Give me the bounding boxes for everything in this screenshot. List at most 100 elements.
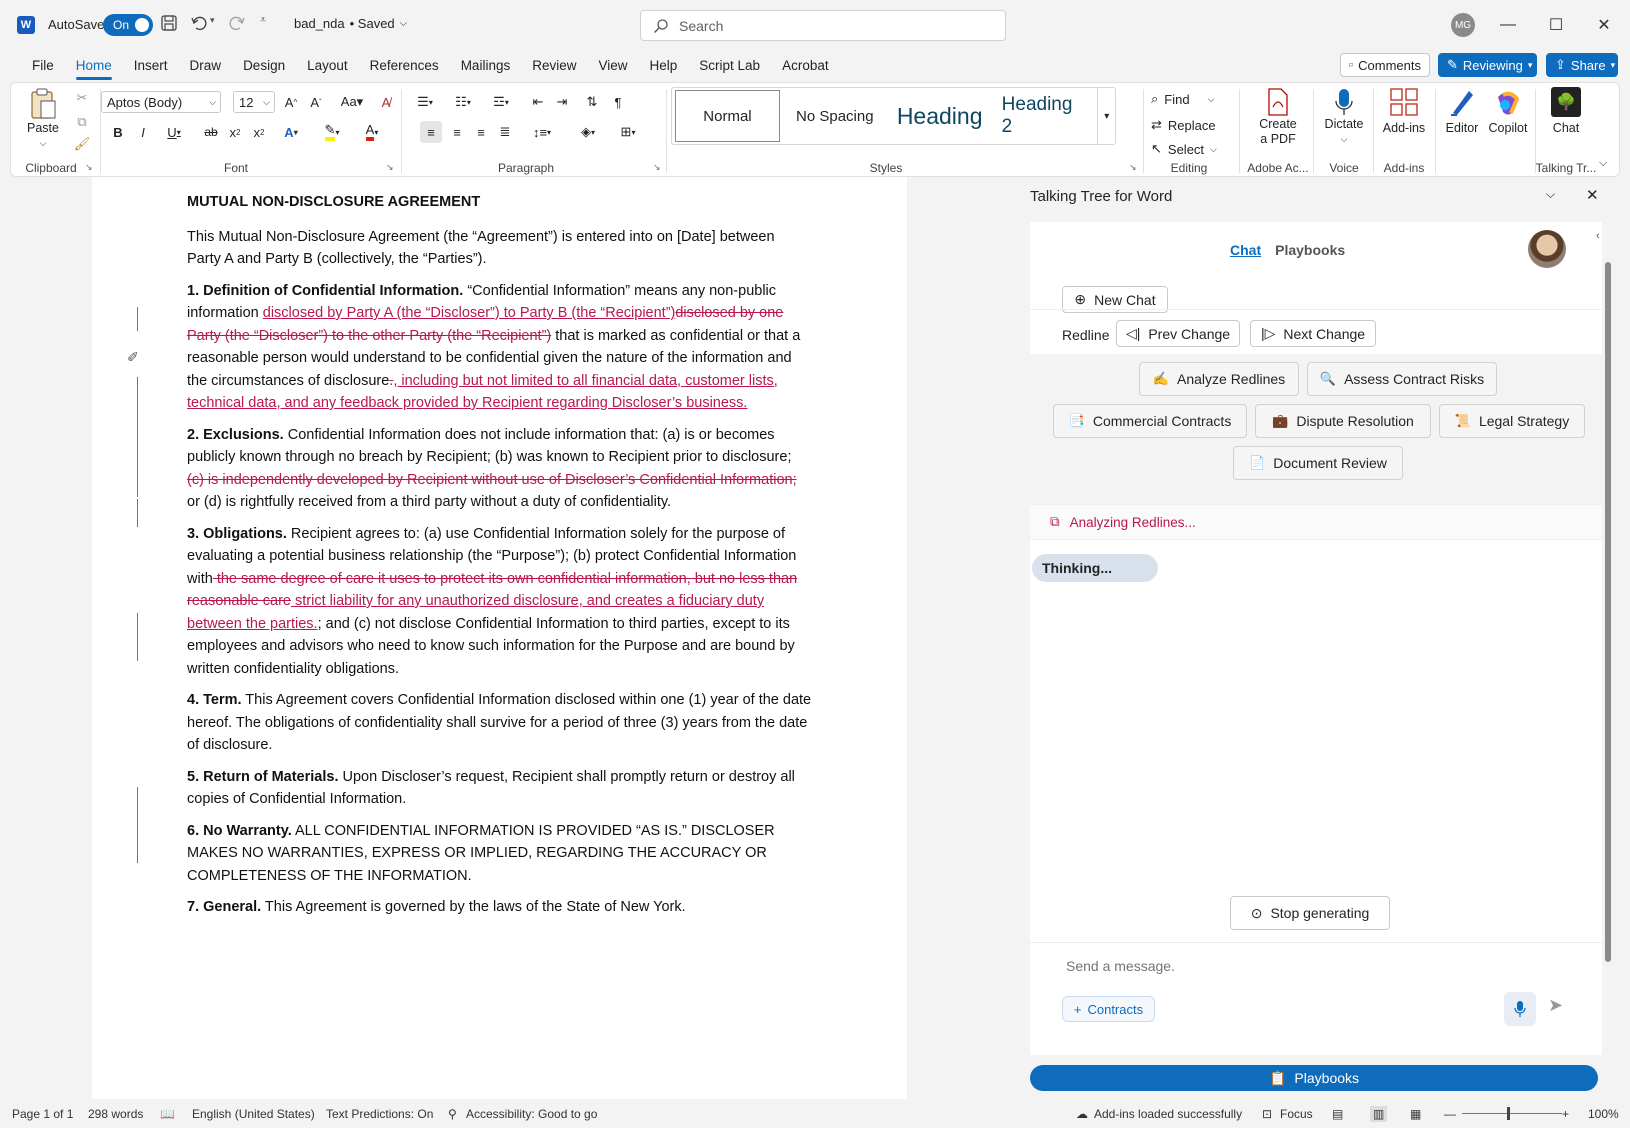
read-mode-icon[interactable]: ▤ <box>1332 1107 1343 1121</box>
pane-scrollbar[interactable] <box>1602 222 1614 1088</box>
style-heading-2[interactable]: Heading 2 <box>990 90 1098 142</box>
font-color-icon[interactable]: A ▾ <box>357 121 387 143</box>
web-layout-icon[interactable]: ▦ <box>1410 1107 1421 1121</box>
proofing-icon[interactable]: 📖 <box>160 1107 175 1121</box>
shading-icon[interactable]: ◈ ▾ <box>571 121 605 143</box>
focus-mode[interactable]: Focus <box>1280 1107 1313 1121</box>
tab-mailings[interactable]: Mailings <box>450 50 522 80</box>
style-no-spacing[interactable]: No Spacing <box>780 90 890 142</box>
subscript-icon[interactable]: x2 <box>225 121 245 143</box>
align-center-icon[interactable]: ≡ <box>446 121 468 143</box>
collapse-ribbon-icon[interactable]: ⌵ <box>1599 157 1607 170</box>
microphone-button[interactable] <box>1504 992 1536 1026</box>
dialog-launcher-icon[interactable]: ↘ <box>85 162 93 173</box>
pane-options-icon[interactable]: ⌵ <box>1546 187 1555 202</box>
deleted-text[interactable]: (c) is independently developed by Recipi… <box>187 472 797 488</box>
document-page[interactable]: ✐ MUTUAL NON-DISCLOSURE AGREEMENT This M… <box>92 177 907 1099</box>
multilevel-list-icon[interactable]: ☲ ▾ <box>485 91 517 113</box>
dispute-resolution-button[interactable]: 💼 Dispute Resolution <box>1255 404 1431 438</box>
document-review-button[interactable]: 📄 Document Review <box>1233 446 1403 480</box>
undo-icon[interactable] <box>190 14 208 32</box>
talking-tree-chat-button[interactable]: 🌳 Chat <box>1541 87 1591 136</box>
tab-help[interactable]: Help <box>639 50 689 80</box>
underline-icon[interactable]: U ▾ <box>159 121 189 143</box>
assess-contract-risks-button[interactable]: 🔍 Assess Contract Risks <box>1307 362 1497 396</box>
zoom-in-icon[interactable]: + <box>1562 1107 1569 1121</box>
cut-icon[interactable]: ✂ <box>73 89 91 107</box>
italic-icon[interactable]: I <box>134 121 152 143</box>
highlight-icon[interactable]: ✎ ▾ <box>315 121 349 143</box>
save-icon[interactable] <box>160 14 178 32</box>
dialog-launcher-icon[interactable]: ↘ <box>1129 162 1137 173</box>
close-pane-icon[interactable]: ✕ <box>1586 186 1599 204</box>
grow-font-icon[interactable]: A ^ <box>281 91 301 113</box>
zoom-slider-thumb[interactable] <box>1507 1107 1510 1120</box>
accessibility-status[interactable]: Accessibility: Good to go <box>466 1107 597 1121</box>
editor-suggestion-icon[interactable]: ✐ <box>127 349 139 366</box>
zoom-level[interactable]: 100% <box>1588 1107 1619 1121</box>
chevron-left-icon[interactable]: ‹ <box>1596 230 1600 242</box>
tab-script-lab[interactable]: Script Lab <box>688 50 771 80</box>
legal-strategy-button[interactable]: 📜 Legal Strategy <box>1439 404 1585 438</box>
tab-insert[interactable]: Insert <box>123 50 179 80</box>
borders-icon[interactable]: ⊞ ▾ <box>611 121 645 143</box>
style-heading[interactable]: Heading <box>890 90 990 142</box>
zoom-out-icon[interactable]: — <box>1444 1107 1456 1121</box>
document-title[interactable]: bad_nda • Saved ⌵ <box>294 16 407 31</box>
paste-button[interactable]: Paste ⌵ <box>25 87 61 151</box>
prev-change-button[interactable]: ◁| Prev Change <box>1116 320 1240 347</box>
add-ins-button[interactable]: Add-ins <box>1379 87 1429 136</box>
tab-design[interactable]: Design <box>232 50 296 80</box>
tab-playbooks[interactable]: Playbooks <box>1275 242 1345 258</box>
numbering-icon[interactable]: ☷ ▾ <box>447 91 479 113</box>
bold-icon[interactable]: B <box>109 121 127 143</box>
tab-file[interactable]: File <box>21 50 65 80</box>
change-case-icon[interactable]: Aa▾ <box>337 91 367 113</box>
font-size-select[interactable]: 12 ⌵ <box>233 91 275 113</box>
language[interactable]: English (United States) <box>192 1107 315 1121</box>
style-normal[interactable]: Normal <box>675 90 780 142</box>
strikethrough-icon[interactable]: ab <box>201 121 221 143</box>
align-left-icon[interactable]: ≡ <box>420 121 442 143</box>
undo-dropdown-icon[interactable]: ▾ <box>210 15 215 26</box>
replace-button[interactable]: ⇄ Replace <box>1151 115 1216 135</box>
find-button[interactable]: ⌕ Find ⌵ <box>1151 89 1214 109</box>
send-icon[interactable]: ➤ <box>1548 995 1563 1016</box>
word-count[interactable]: 298 words <box>88 1107 143 1121</box>
select-button[interactable]: ↖ Select ⌵ <box>1151 139 1217 159</box>
print-layout-icon[interactable]: ▥ <box>1370 1105 1388 1122</box>
search-box[interactable]: Search <box>640 10 1006 41</box>
zoom-slider[interactable] <box>1462 1107 1562 1120</box>
stop-generating-button[interactable]: ⊙ Stop generating <box>1230 896 1390 930</box>
redo-icon[interactable] <box>228 14 246 32</box>
bullets-icon[interactable]: ☰ ▾ <box>409 91 441 113</box>
tab-review[interactable]: Review <box>521 50 587 80</box>
minimize-icon[interactable]: — <box>1488 10 1528 40</box>
tab-view[interactable]: View <box>587 50 638 80</box>
superscript-icon[interactable]: x2 <box>249 121 269 143</box>
tab-acrobat[interactable]: Acrobat <box>771 50 840 80</box>
tab-draw[interactable]: Draw <box>179 50 233 80</box>
sort-icon[interactable]: ⇅ <box>581 91 603 113</box>
text-predictions[interactable]: Text Predictions: On <box>326 1107 433 1121</box>
tab-home[interactable]: Home <box>65 50 123 80</box>
maximize-icon[interactable]: ☐ <box>1536 10 1576 40</box>
line-spacing-icon[interactable]: ↕≡ ▾ <box>525 121 559 143</box>
analyze-redlines-button[interactable]: ✍️ Analyze Redlines <box>1139 362 1299 396</box>
document-body[interactable]: MUTUAL NON-DISCLOSURE AGREEMENT This Mut… <box>187 191 812 928</box>
justify-icon[interactable]: ≣ <box>494 121 516 143</box>
reviewing-button[interactable]: ✎ Reviewing ▾ <box>1438 53 1537 77</box>
align-right-icon[interactable]: ≡ <box>470 121 492 143</box>
commercial-contracts-button[interactable]: 📑 Commercial Contracts <box>1053 404 1247 438</box>
page-count[interactable]: Page 1 of 1 <box>12 1107 73 1121</box>
next-change-button[interactable]: |▷ Next Change <box>1250 320 1376 347</box>
increase-indent-icon[interactable]: ⇥ <box>551 91 573 113</box>
scrollbar-thumb[interactable] <box>1605 262 1611 962</box>
inserted-text[interactable]: disclosed by Party A (the “Discloser”) t… <box>263 305 676 321</box>
tab-chat[interactable]: Chat <box>1230 242 1261 258</box>
font-name-select[interactable]: Aptos (Body) ⌵ <box>101 91 221 113</box>
comments-button[interactable]: Comments <box>1340 53 1430 77</box>
customize-toolbar-icon[interactable]: ⩡ <box>260 14 266 27</box>
dialog-launcher-icon[interactable]: ↘ <box>386 162 394 173</box>
autosave-toggle[interactable]: On <box>103 14 154 36</box>
